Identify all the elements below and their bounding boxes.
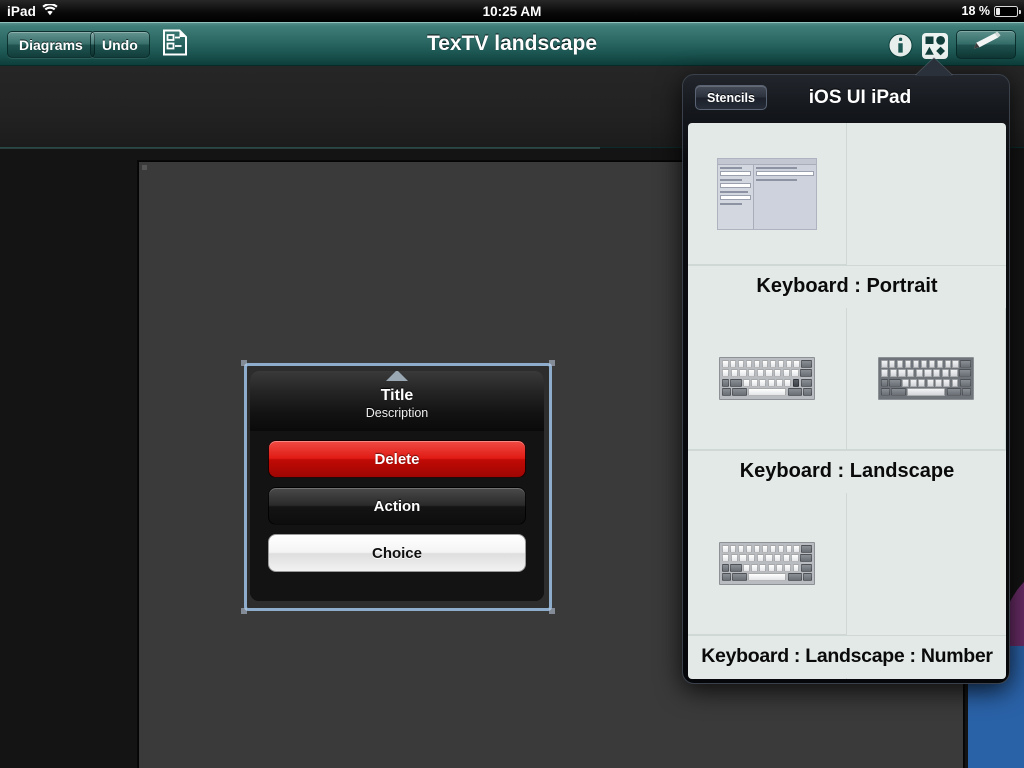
stencil-grid: [688, 678, 1006, 679]
choice-button[interactable]: Choice: [268, 534, 526, 572]
stencil-grid: [688, 493, 1006, 636]
status-bar: iPad 10:25 AM 18 %: [0, 0, 1024, 22]
stencil-list[interactable]: Keyboard : Portrait Keyboard: Landscape…: [688, 123, 1006, 679]
stencils-button[interactable]: [922, 33, 948, 59]
stencil-section: Keyboard : Landscape : Number: [688, 493, 1006, 678]
info-icon: [888, 33, 913, 62]
keyboard-thumbnail: [719, 356, 815, 401]
stencil-item-empty: [847, 493, 1006, 635]
delete-button-label: Delete: [374, 450, 420, 468]
popover-back-label: Stencils: [707, 90, 755, 105]
popover-title-text: iOS UI iPad: [808, 87, 912, 108]
resize-handle-top-left[interactable]: [241, 360, 247, 366]
info-button[interactable]: [888, 33, 913, 58]
stencil-section: [688, 678, 1006, 679]
stencil-item-empty: [847, 123, 1006, 265]
undo-button[interactable]: Undo: [90, 31, 150, 58]
popover-back-button[interactable]: Stencils: [695, 85, 767, 110]
undo-button-label: Undo: [102, 36, 138, 53]
battery-icon: [994, 5, 1022, 17]
diagrams-button[interactable]: Diagrams: [7, 31, 95, 58]
clock-time: 10:25 AM: [482, 3, 542, 19]
document-list-button[interactable]: [158, 29, 192, 61]
delete-button[interactable]: Delete: [268, 440, 526, 478]
resize-handle-top-right[interactable]: [549, 360, 555, 366]
app-toolbar: Diagrams Undo TexTV landscape: [0, 22, 1024, 66]
popover-header: Stencils iOS UI iPad: [683, 75, 1009, 121]
action-button-label: Action: [373, 497, 421, 515]
battery-fill: [996, 7, 1000, 15]
canvas-corner-handle: [142, 165, 147, 170]
keyboard-thumbnail: [878, 356, 974, 401]
splitview-thumbnail: [717, 157, 817, 230]
action-button[interactable]: Action: [268, 487, 526, 525]
action-sheet-title: Title: [380, 386, 414, 404]
pencil-button[interactable]: [956, 30, 1016, 59]
status-bar-right: 18 %: [961, 0, 1022, 22]
stencil-grid: [688, 123, 1006, 266]
thumbnail-body: [718, 164, 816, 229]
page-title-text: TexTV landscape: [426, 32, 597, 55]
action-sheet[interactable]: Title Description Delete Action Choice: [250, 371, 544, 601]
choice-button-label: Choice: [371, 544, 422, 562]
keyboard-thumbnail: [719, 541, 815, 586]
stencil-section-label: Keyboard : Portrait: [756, 275, 938, 297]
status-bar-clock: 10:25 AM: [0, 0, 1024, 22]
popover-arrow: [915, 58, 953, 76]
stencil-item[interactable]: [688, 123, 847, 265]
stencil-item[interactable]: [847, 308, 1006, 450]
stencil-section: Keyboard : Landscape: [688, 308, 1006, 493]
stencil-item[interactable]: [688, 493, 847, 635]
action-sheet-buttons: Delete Action Choice: [250, 431, 544, 601]
stencil-item[interactable]: [688, 678, 847, 679]
ipad-screen: iPad 10:25 AM 18 % Diagrams Undo TexTV l…: [0, 0, 1024, 768]
resize-handle-bottom-left[interactable]: [241, 608, 247, 614]
pencil-icon: [966, 31, 1006, 58]
page-title: TexTV landscape: [0, 22, 1024, 66]
battery-percent: 18 %: [961, 4, 991, 18]
selected-object[interactable]: Title Description Delete Action Choice: [241, 360, 555, 614]
stencil-popover[interactable]: Stencils iOS UI iPad Keyboard: Portrait…: [682, 58, 1010, 684]
stencil-grid: [688, 308, 1006, 451]
stencil-section-label: Keyboard : Landscape : Number: [701, 645, 993, 667]
thumbnail-detail-pane: [754, 165, 816, 229]
action-sheet-description: Description: [365, 405, 429, 420]
stencil-item[interactable]: [688, 308, 847, 450]
action-sheet-pointer: [386, 371, 408, 381]
stencil-section-label: Keyboard : Landscape: [739, 460, 955, 482]
stencil-section: Keyboard : Portrait: [688, 123, 1006, 308]
stencil-item[interactable]: [847, 678, 1006, 679]
thumbnail-master-pane: [718, 164, 754, 229]
resize-handle-bottom-right[interactable]: [549, 608, 555, 614]
diagrams-button-label: Diagrams: [19, 36, 83, 53]
document-list-icon: [162, 29, 188, 61]
